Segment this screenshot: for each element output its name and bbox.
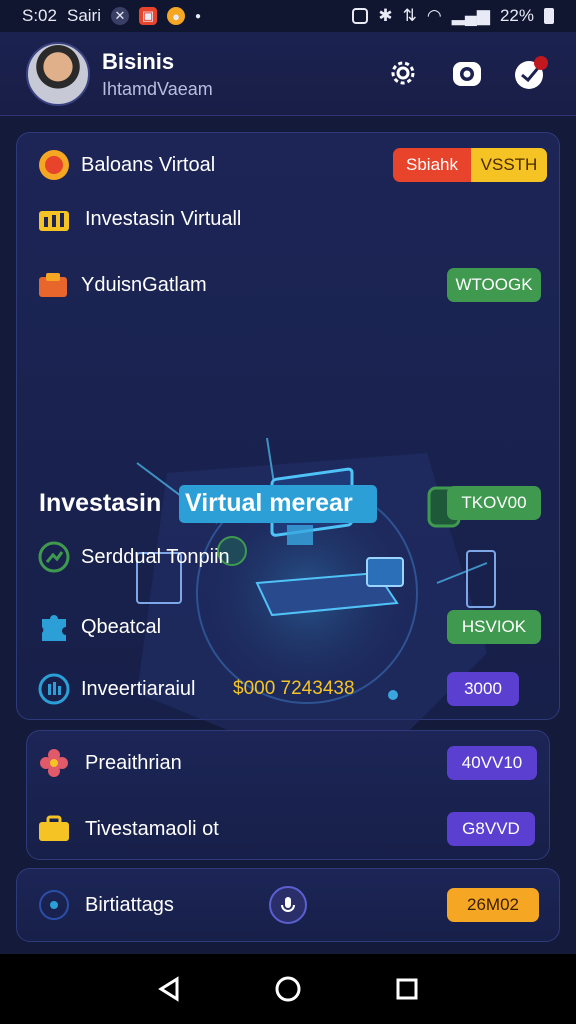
- balance-row[interactable]: Baloans Virtoal Sbiahk VSSTH: [17, 147, 559, 183]
- quarterly-pill[interactable]: HSVIOK: [447, 610, 541, 644]
- status-bar: S:02 Sairi ✕ ▣ ● ● ✱ ⇅ ◠ ▂▄▆ 22%: [0, 0, 576, 32]
- quarterly-row[interactable]: Qbeatcal HSVIOK: [17, 609, 559, 645]
- gear-icon: [391, 61, 415, 85]
- app-notification-icon: ●: [167, 7, 185, 25]
- investor-label: Inveertiaraiul: [81, 677, 196, 700]
- signal-icon: ▂▄▆: [451, 6, 490, 25]
- hero-highlight[interactable]: Virtual merear: [179, 485, 377, 523]
- battery-icon: [544, 8, 554, 24]
- settings-button[interactable]: [384, 54, 422, 92]
- investor-pill[interactable]: 3000: [447, 672, 519, 706]
- balance-value-pill[interactable]: VSSTH: [471, 148, 547, 182]
- camera-icon: [453, 62, 481, 86]
- notification-button[interactable]: [512, 54, 550, 92]
- puzzle-icon: [37, 610, 71, 644]
- quarterly-label: Qbeatcal: [81, 615, 162, 638]
- app-header: Bisinis IhtamdVaeam: [0, 32, 576, 116]
- investment-row[interactable]: Investasin Virtuall: [17, 201, 559, 237]
- home-button[interactable]: [274, 975, 302, 1003]
- recents-button[interactable]: [393, 975, 421, 1003]
- portfolio-pill[interactable]: WTOOGK: [447, 268, 541, 302]
- app-subtitle: IhtamdVaeam: [102, 79, 213, 99]
- nfc-icon: [352, 8, 369, 24]
- bar-chart-icon: [37, 672, 71, 706]
- prediction-pill[interactable]: 40VV10: [447, 746, 537, 780]
- growth-icon: [37, 540, 71, 574]
- portfolio-label: YduisnGatlam: [81, 273, 207, 296]
- more-notifications-icon: ●: [195, 10, 202, 22]
- camera-button[interactable]: [448, 54, 486, 92]
- bluetooth-icon: ✱: [378, 6, 393, 25]
- target-icon: [37, 888, 71, 922]
- prediction-row[interactable]: Preaithrian 40VV10: [27, 745, 549, 781]
- avatar[interactable]: [26, 42, 90, 106]
- social-label: Serddual Tonpiin: [81, 545, 230, 568]
- mic-icon: [281, 897, 295, 912]
- wallet-icon: [37, 268, 71, 302]
- prediction-label: Preaithrian: [85, 751, 182, 774]
- coin-icon: [37, 148, 71, 182]
- hero-row: Investasin Virtual merear TKOV00: [17, 483, 559, 523]
- battery-text: 22%: [499, 6, 534, 25]
- status-carrier: Sairi: [66, 6, 101, 25]
- system-nav-bar: [0, 954, 576, 1024]
- settings-panel: Birtiattags 26M02: [16, 868, 560, 942]
- balance-status-pill[interactable]: Sbiahk: [393, 148, 471, 182]
- main-panel: Baloans Virtoal Sbiahk VSSTH Investasin …: [16, 132, 560, 783]
- secondary-panel: Preaithrian 40VV10 Tivestamaoli ot G8VVD: [26, 730, 550, 860]
- settings-row[interactable]: Birtiattags 26M02: [17, 886, 559, 924]
- settings-label: Birtiattags: [85, 893, 174, 916]
- hero-title: Investasin: [39, 488, 162, 517]
- notification-icon: ✕: [111, 7, 129, 25]
- investor-row[interactable]: Inveertiaraiul $000 7243438 3000: [17, 671, 559, 707]
- chart-icon: [37, 202, 71, 236]
- investor-amount: $000 7243438: [233, 678, 355, 699]
- settings-pill[interactable]: 26M02: [447, 888, 539, 922]
- invest-tool-pill[interactable]: G8VVD: [447, 812, 535, 846]
- hero-pill[interactable]: TKOV00: [447, 486, 541, 520]
- app-title: Bisinis: [102, 49, 175, 74]
- portfolio-row[interactable]: YduisnGatlam WTOOGK: [17, 267, 559, 303]
- invest-tool-label: Tivestamaoli ot: [85, 817, 219, 840]
- flower-icon: [37, 746, 71, 780]
- mic-button[interactable]: [269, 886, 307, 924]
- social-row[interactable]: Serddual Tonpiin: [17, 539, 559, 575]
- bell-alert-icon: [515, 56, 548, 89]
- message-icon: ▣: [139, 7, 157, 25]
- briefcase-icon: [37, 812, 71, 846]
- balance-label: Baloans Virtoal: [81, 153, 216, 176]
- invest-tool-row[interactable]: Tivestamaoli ot G8VVD: [27, 811, 549, 847]
- back-button[interactable]: [155, 975, 183, 1003]
- wifi-icon: ◠: [426, 6, 442, 25]
- status-time: S:02: [22, 6, 57, 25]
- investment-label: Investasin Virtuall: [85, 207, 242, 230]
- data-icon: ⇅: [402, 6, 417, 25]
